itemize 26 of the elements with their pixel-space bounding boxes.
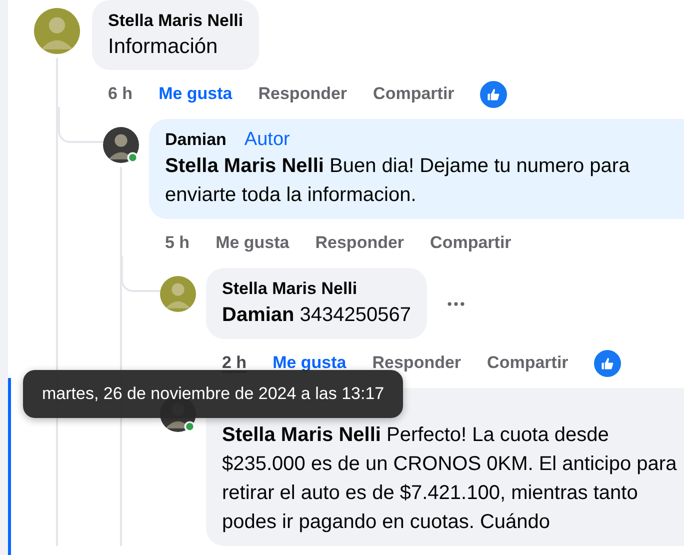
comment-text: Damian 3434250567 — [222, 303, 412, 328]
comment-text: Stella Maris Nelli Buen dia! Dejame tu numero para enviarte toda la informacion. — [165, 154, 631, 208]
thread-connector — [121, 256, 160, 292]
like-reaction-icon[interactable] — [480, 80, 508, 108]
reply-link[interactable]: Responder — [315, 233, 404, 253]
timestamp-link[interactable]: 5 h — [165, 233, 190, 253]
author-name[interactable]: Stella Maris Nelli — [108, 9, 244, 33]
timestamp-link[interactable]: 6 h — [108, 84, 133, 104]
author-name[interactable]: Stella Maris Nelli — [222, 277, 358, 301]
author-name[interactable]: Damian — [165, 128, 226, 152]
avatar[interactable] — [103, 127, 139, 163]
timestamp-link[interactable]: 2 h — [222, 353, 247, 373]
like-link[interactable]: Me gusta — [216, 233, 290, 253]
reply-link[interactable]: Responder — [258, 84, 348, 104]
author-label: Autor — [244, 128, 290, 152]
like-link[interactable]: Me gusta — [272, 353, 346, 373]
like-reaction-icon[interactable] — [594, 350, 622, 376]
comment-text: Stella Maris Nelli Perfecto! La cuota desde $235.000 es de un CRONOS 0KM. El anticipo para retirar el auto es de $7.421.100, mientras tanto podes ir pagando en cuotas. Cuándo — [222, 423, 678, 535]
like-link[interactable]: Me gusta — [158, 84, 232, 104]
share-link[interactable]: Compartir — [487, 353, 568, 373]
thread-connector — [58, 107, 103, 143]
share-link[interactable]: Compartir — [373, 84, 454, 104]
reply-link[interactable]: Responder — [372, 353, 462, 373]
share-link[interactable]: Compartir — [430, 233, 512, 253]
comment-text: Información — [108, 34, 219, 60]
date-tooltip: martes, 26 de noviembre de 2024 a las 13:17 — [23, 370, 404, 418]
